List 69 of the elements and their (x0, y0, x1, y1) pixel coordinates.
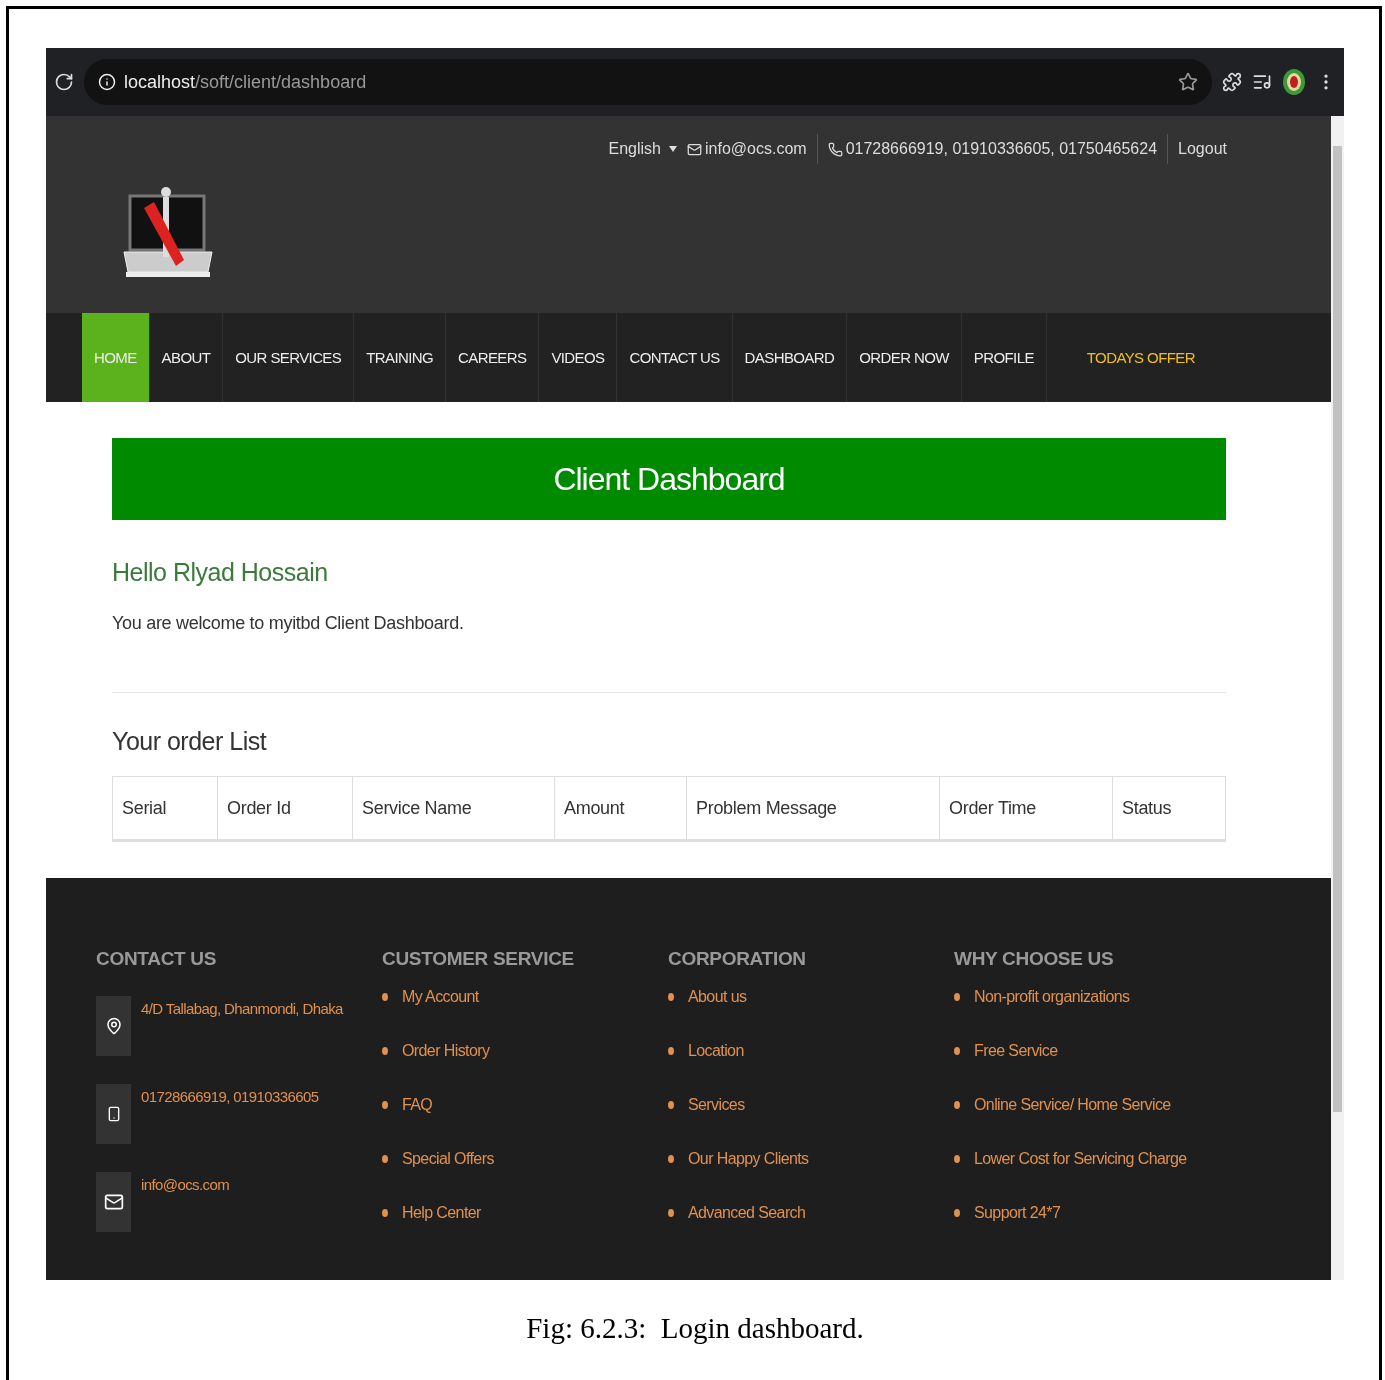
bullet-icon (668, 993, 674, 1001)
column-header: Order Time (940, 777, 1113, 839)
bullet-icon (668, 1047, 674, 1055)
column-header: Service Name (353, 777, 555, 839)
bullet-icon (382, 1155, 388, 1163)
column-header: Serial (113, 777, 218, 839)
footer-link[interactable]: My Account (402, 988, 479, 1006)
phone-icon (827, 141, 843, 157)
bullet-icon (954, 1047, 960, 1055)
footer-link[interactable]: Help Center (402, 1204, 481, 1222)
offer-link[interactable]: TODAYS OFFER (1074, 313, 1207, 402)
column-header: Status (1121, 796, 1173, 820)
bullet-icon (382, 993, 388, 1001)
bullet-icon (668, 1209, 674, 1217)
bookmark-star-icon[interactable] (1178, 72, 1198, 92)
bullet-icon (954, 1101, 960, 1109)
bullet-icon (668, 1155, 674, 1163)
contact-text: 4/D Tallabag, Dhanmondi, Dhaka (141, 1000, 343, 1017)
scrollbar[interactable] (1331, 116, 1344, 1280)
column-header: Problem Message (687, 777, 940, 839)
envelope-icon (103, 1192, 124, 1212)
location-pin-icon (104, 1017, 123, 1035)
footer-link[interactable]: About us (688, 988, 747, 1006)
language-dropdown[interactable]: English (608, 140, 677, 158)
column-header: Order Id (218, 777, 353, 839)
column-header: Amount (555, 777, 687, 839)
url-text: localhost/soft/client/dashboard (124, 71, 367, 93)
footer-link[interactable]: Our Happy Clients (688, 1150, 809, 1168)
dashboard-banner: Client Dashboard (112, 438, 1226, 520)
figure-caption: Fig: 6.2.3: Login dashboard. (525, 1312, 865, 1345)
footer-link[interactable]: Free Service (974, 1042, 1058, 1060)
section-title: Your order List (112, 727, 268, 756)
footer-link[interactable]: Lower Cost for Servicing Charge (974, 1150, 1187, 1168)
contact-text: info@ocs.com (141, 1176, 230, 1193)
envelope-icon (687, 141, 702, 157)
contact-text: 01728666919, 01910336605 (141, 1088, 319, 1105)
footer-link[interactable]: Location (688, 1042, 744, 1060)
email-text: info@ocs.com (705, 140, 807, 158)
profile-avatar-icon[interactable] (1282, 68, 1306, 96)
footer-heading: CONTACT US (96, 948, 218, 970)
info-icon[interactable] (98, 73, 116, 91)
footer-link[interactable]: Non-profit organizations (974, 988, 1130, 1006)
footer-link[interactable]: Order History (402, 1042, 490, 1060)
bullet-icon (382, 1209, 388, 1217)
greeting-text: Hello Rlyad Hossain (112, 558, 329, 587)
bullet-icon (954, 993, 960, 1001)
extensions-icon[interactable] (1222, 72, 1242, 92)
footer-link[interactable]: Online Service/ Home Service (974, 1096, 1171, 1114)
welcome-text: You are welcome to myitbd Client Dashboard. (112, 613, 465, 634)
footer-heading: CUSTOMER SERVICE (382, 948, 575, 970)
logout-link[interactable]: Logout (1178, 140, 1227, 158)
bullet-icon (954, 1209, 960, 1217)
caret-icon (669, 146, 677, 152)
reload-icon[interactable] (54, 72, 74, 92)
footer-link[interactable]: Support 24*7 (974, 1204, 1061, 1222)
bullet-icon (954, 1155, 960, 1163)
scroll-thumb[interactable] (1333, 146, 1342, 1112)
bullet-icon (668, 1101, 674, 1109)
bullet-icon (382, 1101, 388, 1109)
footer-heading: CORPORATION (668, 948, 807, 970)
footer-link[interactable]: Advanced Search (688, 1204, 806, 1222)
address-bar[interactable]: localhost/soft/client/dashboard (84, 59, 1212, 105)
footer-link[interactable]: Services (688, 1096, 745, 1114)
bullet-icon (382, 1047, 388, 1055)
footer-link[interactable]: FAQ (402, 1096, 433, 1114)
playlist-icon[interactable] (1252, 72, 1272, 92)
phone-numbers: 01728666919, 01910336605, 01750465624 (845, 140, 1158, 158)
footer-link[interactable]: Special Offers (402, 1150, 494, 1168)
footer-heading: WHY CHOOSE US (954, 948, 1115, 970)
